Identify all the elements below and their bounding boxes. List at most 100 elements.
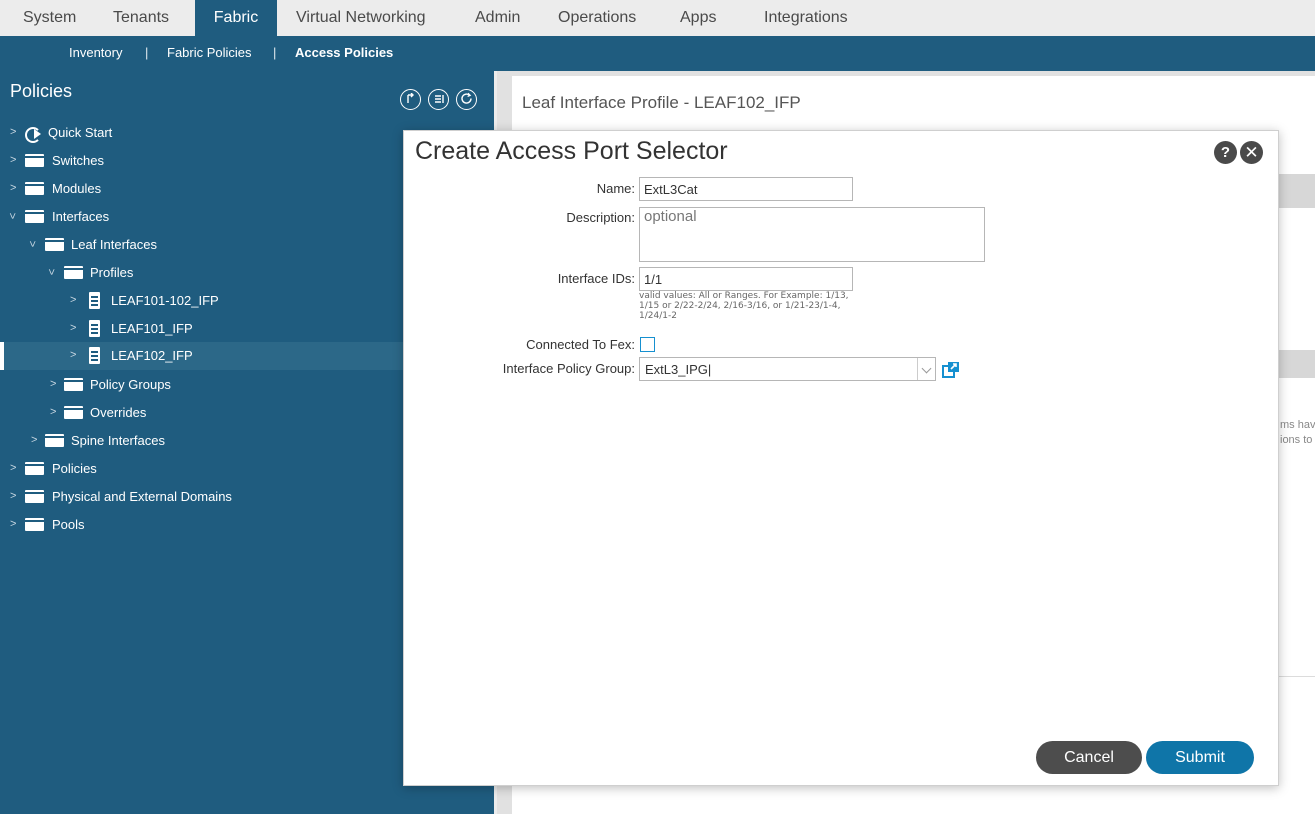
folder-icon xyxy=(25,462,44,475)
subnav-separator: | xyxy=(145,45,149,60)
chevron-right-icon: > xyxy=(10,182,17,194)
tree-item-leaf102-ifp[interactable]: > LEAF102_IFP xyxy=(0,342,404,370)
select-divider xyxy=(917,358,918,380)
content-title: Leaf Interface Profile - LEAF102_IFP xyxy=(522,93,801,112)
tree-item-label: LEAF101-102_IFP xyxy=(111,293,219,308)
tree-item-label: Switches xyxy=(52,153,105,168)
name-input[interactable] xyxy=(639,177,853,201)
tab-operations[interactable]: Operations xyxy=(558,0,636,36)
tree-item-leaf101-ifp[interactable]: > LEAF101_IFP xyxy=(0,315,404,343)
subnav-access-policies[interactable]: Access Policies xyxy=(295,36,393,71)
tree-item-label: Overrides xyxy=(90,405,147,420)
tree-item-label: Pools xyxy=(52,517,85,532)
selected-value: ExtL3_IPG| xyxy=(645,362,712,377)
tree-item-interfaces[interactable]: > Interfaces xyxy=(0,203,404,231)
tree-item-switches[interactable]: > Switches xyxy=(0,147,404,175)
folder-icon xyxy=(45,238,64,251)
chevron-right-icon: > xyxy=(10,126,17,138)
chevron-right-icon: > xyxy=(31,434,38,446)
interface-ids-input[interactable] xyxy=(639,267,853,291)
folder-icon xyxy=(25,210,44,223)
folder-icon xyxy=(64,406,83,419)
chevron-down-icon[interactable] xyxy=(921,363,932,374)
name-label: Name: xyxy=(596,181,635,196)
folder-icon xyxy=(64,378,83,391)
background-clipped-text: ms hav xyxy=(1280,419,1315,431)
tab-virtual-networking[interactable]: Virtual Networking xyxy=(296,0,426,36)
chevron-right-icon: > xyxy=(70,349,77,361)
chevron-down-icon: > xyxy=(26,240,39,248)
tree-item-modules[interactable]: > Modules xyxy=(0,175,404,203)
tree-item-quick-start[interactable]: > Quick Start xyxy=(0,119,404,147)
background-section-header xyxy=(1278,350,1315,378)
chevron-down-icon: > xyxy=(45,268,58,276)
submit-button[interactable]: Submit xyxy=(1146,741,1254,774)
subnav-fabric-policies[interactable]: Fabric Policies xyxy=(167,36,252,71)
tab-tenants[interactable]: Tenants xyxy=(113,0,169,36)
refresh-icon[interactable] xyxy=(456,89,477,110)
tree-item-label: Interfaces xyxy=(52,209,110,224)
close-icon[interactable]: ✕ xyxy=(1240,141,1263,164)
divider xyxy=(1278,676,1315,677)
tree-item-label: Profiles xyxy=(90,265,134,280)
tree-item-label: Modules xyxy=(52,181,102,196)
tree-item-label: LEAF102_IFP xyxy=(111,348,193,363)
tree-item-label: Policy Groups xyxy=(90,377,171,392)
subnav-inventory[interactable]: Inventory xyxy=(69,36,122,71)
chevron-right-icon: > xyxy=(10,154,17,166)
tree-item-policy-groups[interactable]: > Policy Groups xyxy=(0,371,404,399)
background-section-header xyxy=(1278,174,1315,208)
tab-integrations[interactable]: Integrations xyxy=(764,0,848,36)
tree-item-overrides[interactable]: > Overrides xyxy=(0,399,404,427)
folder-icon xyxy=(64,266,83,279)
folder-icon xyxy=(45,434,64,447)
quick-start-icon xyxy=(25,126,42,143)
connected-to-fex-checkbox[interactable] xyxy=(640,337,655,352)
cancel-button[interactable]: Cancel xyxy=(1036,741,1142,774)
tab-admin[interactable]: Admin xyxy=(475,0,520,36)
interface-ids-label: Interface IDs: xyxy=(557,271,635,286)
tree-item-physical-external-domains[interactable]: > Physical and External Domains xyxy=(0,483,404,511)
chevron-right-icon: > xyxy=(70,322,77,334)
tree-item-leaf101-102-ifp[interactable]: > LEAF101-102_IFP xyxy=(0,287,404,315)
tree-item-label: Leaf Interfaces xyxy=(71,237,157,252)
tree-item-label: Quick Start xyxy=(48,125,113,140)
tree-filter-icon[interactable] xyxy=(428,89,449,110)
chevron-right-icon: > xyxy=(10,462,17,474)
tree-item-label: LEAF101_IFP xyxy=(111,321,193,336)
chevron-right-icon: > xyxy=(10,490,17,502)
chevron-right-icon: > xyxy=(50,406,57,418)
sub-nav: Inventory | Fabric Policies | Access Pol… xyxy=(0,36,1315,71)
folder-icon xyxy=(25,182,44,195)
dialog-title: Create Access Port Selector xyxy=(415,137,728,165)
tab-fabric[interactable]: Fabric xyxy=(195,0,277,36)
tree-item-leaf-interfaces[interactable]: > Leaf Interfaces xyxy=(0,231,404,259)
description-input[interactable] xyxy=(639,207,985,262)
chevron-right-icon: > xyxy=(70,294,77,306)
tab-apps[interactable]: Apps xyxy=(680,0,716,36)
interface-ids-hint: valid values: All or Ranges. For Example… xyxy=(639,291,849,321)
tab-system[interactable]: System xyxy=(23,0,76,36)
tree-item-profiles[interactable]: > Profiles xyxy=(0,259,404,287)
tree-expand-icon[interactable] xyxy=(400,89,421,110)
subnav-separator: | xyxy=(273,45,277,60)
folder-icon xyxy=(25,518,44,531)
open-in-new-window-icon[interactable] xyxy=(942,361,960,378)
connected-to-fex-label: Connected To Fex: xyxy=(526,337,635,352)
tree-item-spine-interfaces[interactable]: > Spine Interfaces xyxy=(0,427,404,455)
document-icon xyxy=(89,320,100,339)
sidebar-title: Policies xyxy=(10,81,73,101)
tree-item-policies[interactable]: > Policies xyxy=(0,455,404,483)
tree-item-label: Physical and External Domains xyxy=(52,489,232,504)
folder-icon xyxy=(25,490,44,503)
chevron-right-icon: > xyxy=(10,518,17,530)
folder-icon xyxy=(25,154,44,167)
document-icon xyxy=(89,347,100,366)
document-icon xyxy=(89,292,100,311)
description-label: Description: xyxy=(566,210,635,225)
interface-policy-group-label: Interface Policy Group: xyxy=(502,361,635,376)
help-icon[interactable]: ? xyxy=(1214,141,1237,164)
tree-item-pools[interactable]: > Pools xyxy=(0,511,404,539)
interface-policy-group-select[interactable]: ExtL3_IPG| xyxy=(639,357,936,381)
chevron-down-icon: > xyxy=(6,212,19,220)
